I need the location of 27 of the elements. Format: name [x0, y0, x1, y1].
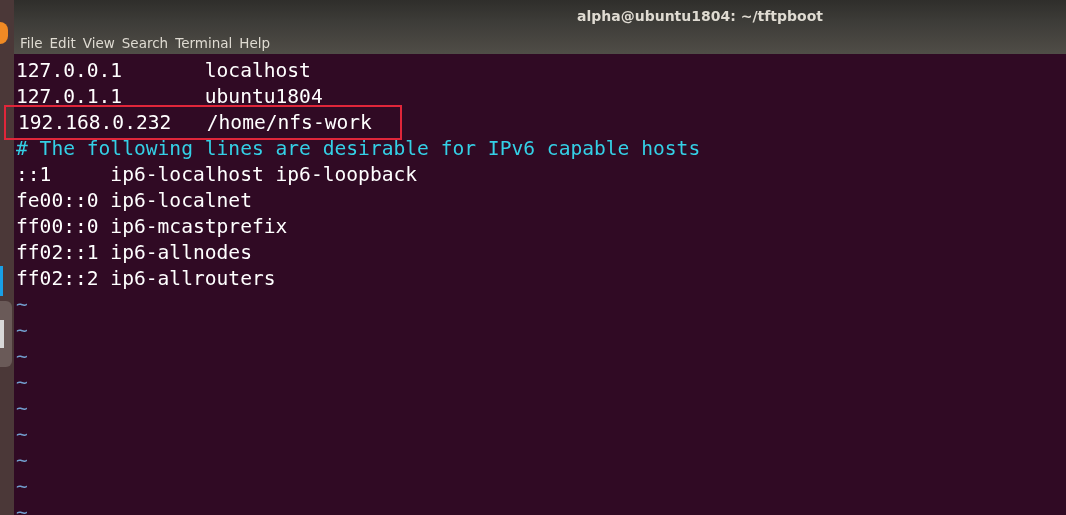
empty-line-marker: ~ — [16, 448, 28, 472]
menu-item[interactable]: Search — [121, 35, 173, 51]
empty-line-marker: ~ — [16, 422, 28, 446]
text-line: ff00::0 ip6-mcastprefix — [16, 214, 288, 238]
text-line: 192.168.0.232 /home/nfs-work — [6, 106, 400, 138]
text-line: fe00::0 ip6-localnet — [16, 188, 252, 212]
menu-item[interactable]: File — [20, 35, 47, 51]
text-line: ff02::1 ip6-allnodes — [16, 240, 252, 264]
menu-item[interactable]: Help — [239, 35, 275, 51]
empty-line-marker: ~ — [16, 396, 28, 420]
text-line: ::1 ip6-localhost ip6-loopback — [16, 162, 418, 186]
text-line: 127.0.0.1 localhost — [16, 58, 311, 82]
empty-line-marker: ~ — [16, 370, 28, 394]
empty-line-marker: ~ — [16, 344, 28, 368]
app-icon[interactable] — [0, 301, 12, 367]
empty-line-marker: ~ — [16, 318, 28, 342]
empty-line-marker: ~ — [16, 500, 28, 515]
menu-item[interactable]: Terminal — [175, 35, 237, 51]
text-line: ff02::2 ip6-allrouters — [16, 266, 276, 290]
menu-item[interactable]: Edit — [49, 35, 80, 51]
menu-item[interactable]: View — [82, 35, 119, 51]
app-icon[interactable] — [0, 22, 8, 44]
comment-line: # The following lines are desirable for IPv6 capable hosts — [16, 136, 701, 160]
text-line: 127.0.1.1 ubuntu1804 — [16, 84, 323, 108]
window-title: alpha@ubuntu1804: ~/tftpboot — [577, 8, 823, 24]
empty-line-marker: ~ — [16, 292, 28, 316]
empty-line-marker: ~ — [16, 474, 28, 498]
